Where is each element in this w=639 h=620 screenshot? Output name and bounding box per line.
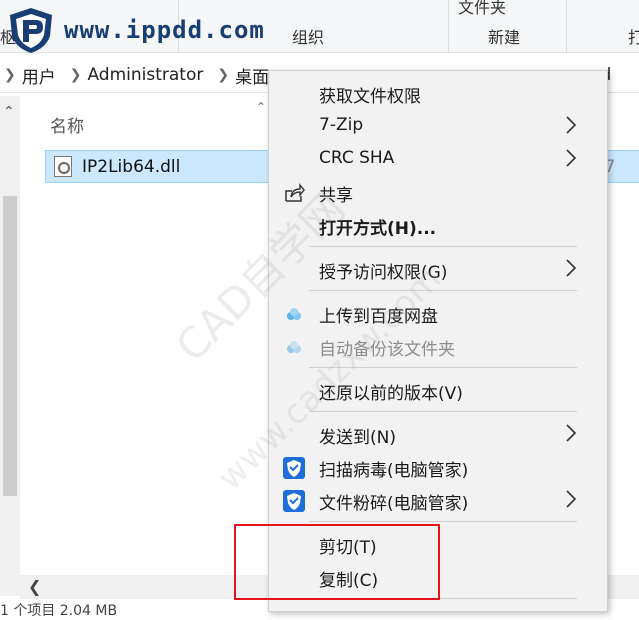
- file-name: IP2Lib64.dll: [82, 157, 181, 177]
- navigation-pane-scrollbar[interactable]: ⌃: [0, 96, 20, 596]
- column-header-name[interactable]: 名称: [50, 112, 84, 137]
- breadcrumb-chevron-icon: ❯: [4, 67, 16, 83]
- menu-item-send-to[interactable]: 发送到(N): [269, 418, 607, 450]
- menu-item-label: 获取文件权限: [319, 87, 421, 107]
- breadcrumb-chevron-icon: ❯: [69, 67, 82, 83]
- breadcrumb-chevron-icon: ❯: [217, 67, 230, 83]
- menu-item-label: 打开方式(H)...: [319, 219, 437, 239]
- menu-separator: [309, 521, 577, 522]
- baidu-cloud-icon: [287, 341, 301, 353]
- highlight-box: [234, 524, 440, 600]
- share-icon: [285, 183, 305, 202]
- menu-item-7zip[interactable]: 7-Zip: [269, 110, 607, 142]
- breadcrumb-users[interactable]: 用户: [22, 63, 56, 88]
- menu-item-file-shred[interactable]: 文件粉碎(电脑管家): [269, 484, 607, 516]
- menu-item-auto-backup: 自动备份该文件夹: [269, 330, 607, 362]
- menu-item-label: 发送到(N): [319, 428, 396, 448]
- shield-logo-icon: [10, 8, 52, 53]
- menu-separator: [309, 367, 577, 368]
- menu-separator: [309, 246, 577, 247]
- tencent-shield-icon: [283, 490, 305, 512]
- menu-item-label: CRC SHA: [319, 148, 395, 168]
- baidu-cloud-icon: [287, 308, 301, 320]
- menu-item-share[interactable]: 共享: [269, 176, 607, 208]
- ribbon-right-cut-text: 打: [628, 28, 639, 47]
- menu-item-label: 扫描病毒(电脑管家): [319, 461, 469, 481]
- breadcrumb-administrator[interactable]: Administrator: [87, 65, 203, 85]
- submenu-arrow-icon: [566, 424, 577, 442]
- scroll-up-icon[interactable]: ⌃: [3, 104, 15, 120]
- menu-item-label: 还原以前的版本(V): [319, 384, 463, 404]
- status-bar: 1 个项目 2.04 MB: [0, 603, 118, 619]
- logo-text: www.ippdd.com: [64, 16, 265, 44]
- menu-item-label: 文件粉碎(电脑管家): [319, 494, 469, 514]
- menu-item-label: 共享: [319, 186, 353, 206]
- menu-item-restore-versions[interactable]: 还原以前的版本(V): [269, 374, 607, 406]
- ribbon-separator: [448, 0, 449, 52]
- menu-item-crc-sha[interactable]: CRC SHA: [269, 143, 607, 175]
- submenu-arrow-icon: [566, 149, 577, 167]
- submenu-arrow-icon: [566, 490, 577, 508]
- menu-separator: [309, 411, 577, 412]
- menu-item-label: 7-Zip: [319, 115, 364, 135]
- menu-item-label: 自动备份该文件夹: [319, 340, 455, 360]
- breadcrumb-desktop[interactable]: 桌面: [235, 63, 269, 88]
- menu-item-label: 授予访问权限(G): [319, 263, 448, 283]
- menu-item-upload-baidu[interactable]: 上传到百度网盘: [269, 297, 607, 329]
- tencent-shield-icon: [283, 457, 305, 479]
- menu-item-scan-virus[interactable]: 扫描病毒(电脑管家): [269, 451, 607, 483]
- site-logo: www.ippdd.com: [6, 6, 265, 54]
- submenu-arrow-icon: [566, 259, 577, 277]
- dll-file-icon: [54, 156, 72, 177]
- ribbon-organize-label[interactable]: 组织: [292, 24, 324, 48]
- submenu-arrow-icon: [566, 116, 577, 134]
- menu-item-label: 上传到百度网盘: [319, 307, 438, 327]
- menu-item-take-ownership[interactable]: 获取文件权限: [269, 77, 607, 109]
- menu-item-give-access[interactable]: 授予访问权限(G): [269, 253, 607, 285]
- sort-ascending-icon: ⌃: [256, 100, 267, 114]
- scroll-left-icon[interactable]: ❮: [28, 577, 41, 596]
- ribbon-separator: [566, 0, 567, 52]
- scroll-thumb[interactable]: [3, 196, 17, 496]
- menu-separator: [309, 290, 577, 291]
- ribbon-file-folder-label[interactable]: 文件夹: [458, 0, 506, 18]
- ribbon-new-label[interactable]: 新建: [488, 24, 520, 48]
- menu-item-open-with[interactable]: 打开方式(H)...: [269, 209, 607, 241]
